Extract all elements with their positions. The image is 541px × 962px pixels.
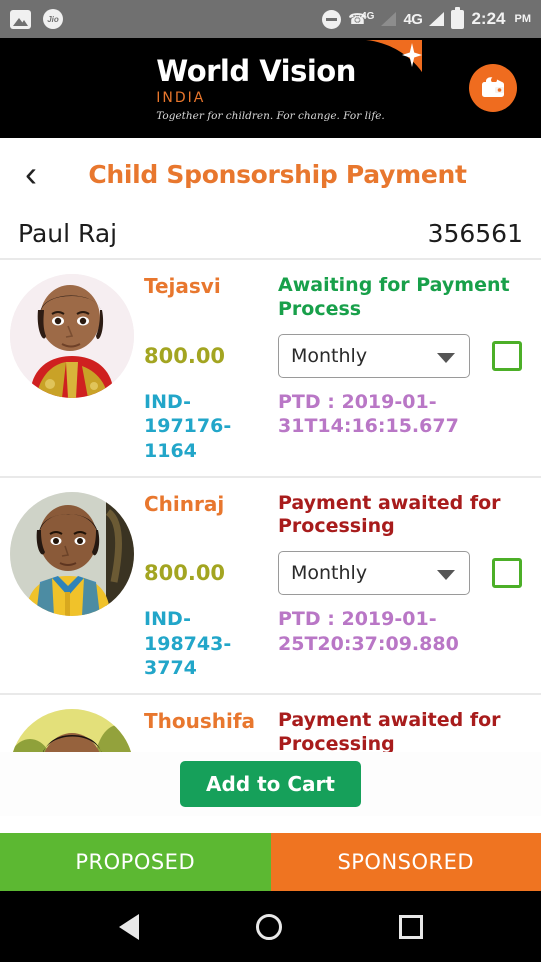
chevron-down-icon	[437, 352, 455, 363]
name-status-line: Chinraj Payment awaited for Processing	[144, 492, 527, 540]
network-4g-label: 4G	[403, 10, 423, 28]
tab-proposed[interactable]: PROPOSED	[0, 833, 271, 891]
brand-name: World Vision	[156, 54, 356, 88]
frequency-value: Monthly	[291, 562, 368, 585]
child-details: Chinraj Payment awaited for Processing 8…	[134, 492, 527, 682]
avatar	[10, 491, 134, 616]
cart-bar: Add to Cart	[0, 752, 541, 816]
status-bar-right: ☎ 4G 4G 2:24 PM	[322, 6, 532, 29]
name-status-line: Tejasvi Awaiting for Payment Process	[144, 274, 527, 322]
child-list[interactable]: Tejasvi Awaiting for Payment Process 800…	[0, 258, 541, 816]
back-triangle-icon[interactable]	[118, 913, 139, 940]
page-title: Child Sponsorship Payment	[88, 159, 467, 189]
status-bar-left: Jio	[10, 9, 63, 29]
status-bar-ampm: PM	[514, 13, 532, 25]
child-row[interactable]: Tejasvi Awaiting for Payment Process 800…	[0, 258, 541, 476]
child-name: Chinraj	[144, 491, 225, 516]
id-ptd-line: IND-197176-1164 PTD : 2019-01-31T14:16:1…	[144, 390, 527, 464]
sponsorship-amount: 800.00	[144, 343, 226, 368]
child-row[interactable]: Chinraj Payment awaited for Processing 8…	[0, 475, 541, 694]
wallet-icon[interactable]	[469, 64, 517, 112]
status-bar: Jio ☎ 4G 4G 2:24 PM	[0, 0, 541, 38]
id-ptd-line: IND-198743-3774 PTD : 2019-01-25T20:37:0…	[144, 607, 527, 681]
dnd-icon	[322, 9, 342, 29]
payment-status: Payment awaited for Processing	[278, 491, 501, 538]
tab-sponsored[interactable]: SPONSORED	[270, 833, 541, 891]
logo-top-row: World Vision	[156, 40, 422, 88]
amount-frequency-line: 800.00 Monthly	[144, 551, 527, 596]
battery-icon	[451, 6, 465, 29]
ptd-timestamp: PTD : 2019-01-31T14:16:15.677	[278, 390, 459, 438]
payment-status: Awaiting for Payment Process	[278, 274, 510, 320]
frequency-dropdown[interactable]: Monthly	[278, 551, 470, 596]
frequency-value: Monthly	[291, 344, 368, 367]
chevron-down-icon	[437, 570, 455, 581]
call-4g-label: 4G	[361, 11, 375, 22]
select-checkbox[interactable]	[492, 340, 522, 371]
signal-full-icon	[429, 12, 445, 26]
world-vision-logo: World Vision INDIA Together for children…	[156, 40, 422, 122]
avatar	[10, 274, 134, 398]
child-name: Tejasvi	[144, 274, 221, 298]
child-details: Tejasvi Awaiting for Payment Process 800…	[134, 274, 527, 464]
donor-name: Paul Raj	[18, 218, 118, 248]
child-id: IND-198743-3774	[144, 608, 232, 680]
donor-id: 356561	[427, 218, 523, 248]
name-status-line: Thoushifa Payment awaited for Processing	[144, 709, 527, 757]
sponsorship-amount: 800.00	[144, 561, 226, 586]
amount-frequency-line: 800.00 Monthly	[144, 333, 527, 378]
gallery-icon	[10, 9, 31, 29]
call-4g-icon: ☎ 4G	[348, 11, 375, 28]
android-nav-bar	[0, 891, 541, 962]
select-checkbox[interactable]	[492, 558, 522, 589]
child-name: Thoushifa	[144, 709, 256, 734]
donor-row: Paul Raj 356561	[0, 210, 541, 256]
jio-icon: Jio	[43, 9, 63, 29]
frequency-dropdown[interactable]: Monthly	[278, 333, 470, 378]
payment-status: Payment awaited for Processing	[278, 709, 501, 755]
brand-country: INDIA	[156, 90, 206, 106]
recents-square-icon[interactable]	[398, 914, 423, 939]
signal-empty-icon	[381, 12, 397, 26]
bottom-tabs: PROPOSED SPONSORED	[0, 833, 541, 891]
ptd-timestamp: PTD : 2019-01-25T20:37:09.880	[278, 608, 459, 655]
add-to-cart-button[interactable]: Add to Cart	[180, 761, 361, 807]
child-id: IND-197176-1164	[144, 390, 232, 462]
phone-screen: Jio ☎ 4G 4G 2:24 PM World Vision INDIA T…	[0, 0, 541, 962]
status-bar-time: 2:24	[471, 9, 506, 28]
world-vision-mark-icon	[360, 38, 424, 78]
home-circle-icon[interactable]	[255, 913, 282, 940]
brand-tagline: Together for children. For change. For l…	[156, 110, 385, 122]
back-chevron-icon[interactable]: ‹	[14, 156, 48, 192]
title-bar: ‹ Child Sponsorship Payment	[0, 138, 541, 210]
brand-header: World Vision INDIA Together for children…	[0, 38, 541, 138]
